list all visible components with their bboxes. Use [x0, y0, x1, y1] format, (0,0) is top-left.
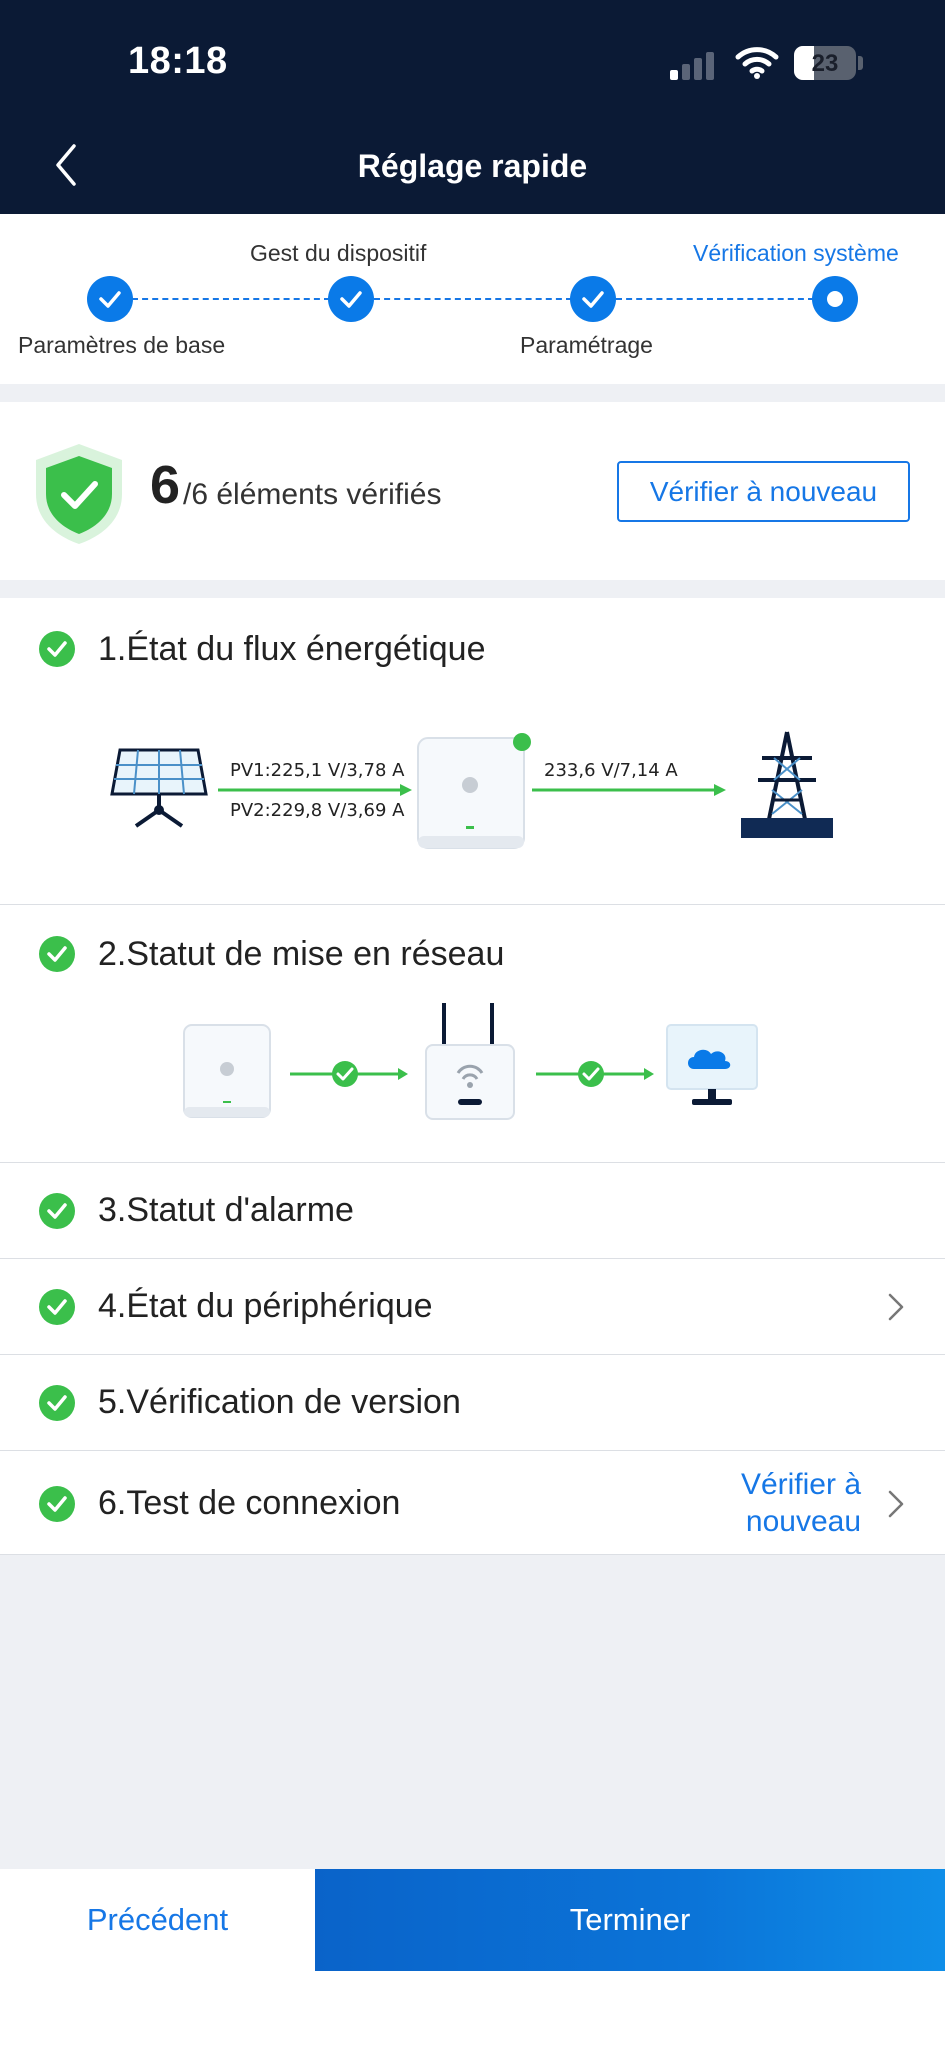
- solar-panel-icon: [110, 748, 208, 828]
- recheck-link-line-2: nouveau: [745, 1505, 861, 1538]
- check-row-version: 5.Vérification de version: [0, 1355, 945, 1451]
- step-label-1: Paramètres de base: [18, 332, 226, 358]
- chevron-right-icon[interactable]: [887, 1292, 905, 1322]
- shield-check-icon: [36, 444, 122, 544]
- step-label-2: Gest du dispositif: [250, 240, 427, 266]
- check-row-networking: 2.Statut de mise en réseau: [0, 905, 945, 1163]
- check-passed-icon: [39, 1289, 75, 1325]
- check-list: 1.État du flux énergétique PV1:225,1 V/3…: [0, 598, 945, 1555]
- step-2-done-icon: [328, 276, 374, 322]
- check-passed-icon: [39, 1486, 75, 1522]
- bottom-action-bar: Précédent Terminer: [0, 1869, 945, 1971]
- check-passed-icon: [39, 1385, 75, 1421]
- check-passed-icon: [39, 1193, 75, 1229]
- step-3-done-icon: [570, 276, 616, 322]
- power-grid-pylon-icon: [741, 731, 833, 838]
- check-label-version: 5.Vérification de version: [98, 1383, 461, 1421]
- pv-flow-arrow-icon: [218, 784, 412, 796]
- battery-level: 23: [811, 50, 839, 77]
- pv1-reading: PV1:225,1 V/3,78 A: [230, 760, 405, 781]
- step-label-3: Paramétrage: [520, 332, 653, 358]
- check-label-peripheral: 4.État du périphérique: [98, 1287, 433, 1325]
- recheck-all-button[interactable]: Vérifier à nouveau: [617, 461, 910, 522]
- app-header: 18:18 23 Réglage rapide: [0, 0, 945, 214]
- step-4-current-icon: [812, 276, 858, 322]
- inverter-device-icon: [183, 1024, 271, 1118]
- check-row-peripheral[interactable]: 4.État du périphérique: [0, 1259, 945, 1355]
- page-title: Réglage rapide: [357, 148, 588, 184]
- verified-count-text: /6 éléments vérifiés: [183, 478, 442, 511]
- cellular-signal-icon: [670, 50, 720, 80]
- previous-button[interactable]: Précédent: [0, 1869, 315, 1971]
- finish-button[interactable]: Terminer: [315, 1869, 945, 1971]
- step-label-4: Vérification système: [693, 240, 899, 266]
- connection-recheck-link[interactable]: Vérifier à nouveau: [711, 1466, 861, 1540]
- router-icon: [425, 1003, 515, 1120]
- inverter-device-icon: [417, 733, 531, 849]
- cloud-monitor-icon: [666, 1024, 758, 1105]
- grid-flow-arrow-icon: [532, 784, 726, 796]
- grid-reading: 233,6 V/7,14 A: [544, 760, 678, 781]
- progress-stepper: Paramètres de base Gest du dispositif Pa…: [0, 214, 945, 384]
- check-row-connection-test: 6.Test de connexion Vérifier à nouveau: [0, 1451, 945, 1555]
- check-row-alarm: 3.Statut d'alarme: [0, 1163, 945, 1259]
- check-label-connection-test: 6.Test de connexion: [98, 1484, 401, 1522]
- check-label-energy-flow: 1.État du flux énergétique: [98, 630, 486, 668]
- check-row-energy-flow: 1.État du flux énergétique PV1:225,1 V/3…: [0, 598, 945, 905]
- verification-summary: 6 /6 éléments vérifiés Vérifier à nouvea…: [0, 402, 945, 580]
- link-ok-arrow-icon: [536, 1061, 654, 1087]
- battery-icon: 23: [794, 46, 856, 80]
- check-label-alarm: 3.Statut d'alarme: [98, 1191, 354, 1229]
- status-time: 18:18: [128, 40, 228, 82]
- step-1-done-icon: [87, 276, 133, 322]
- recheck-link-line-1: Vérifier à: [740, 1468, 861, 1501]
- verified-count: 6: [150, 455, 181, 515]
- bottom-safe-area: [0, 1971, 945, 2048]
- check-label-networking: 2.Statut de mise en réseau: [98, 935, 505, 973]
- wifi-icon: [735, 47, 779, 79]
- pv2-reading: PV2:229,8 V/3,69 A: [230, 800, 405, 821]
- check-passed-icon: [39, 936, 75, 972]
- chevron-right-icon[interactable]: [887, 1489, 905, 1519]
- check-passed-icon: [39, 631, 75, 667]
- link-ok-arrow-icon: [290, 1061, 408, 1087]
